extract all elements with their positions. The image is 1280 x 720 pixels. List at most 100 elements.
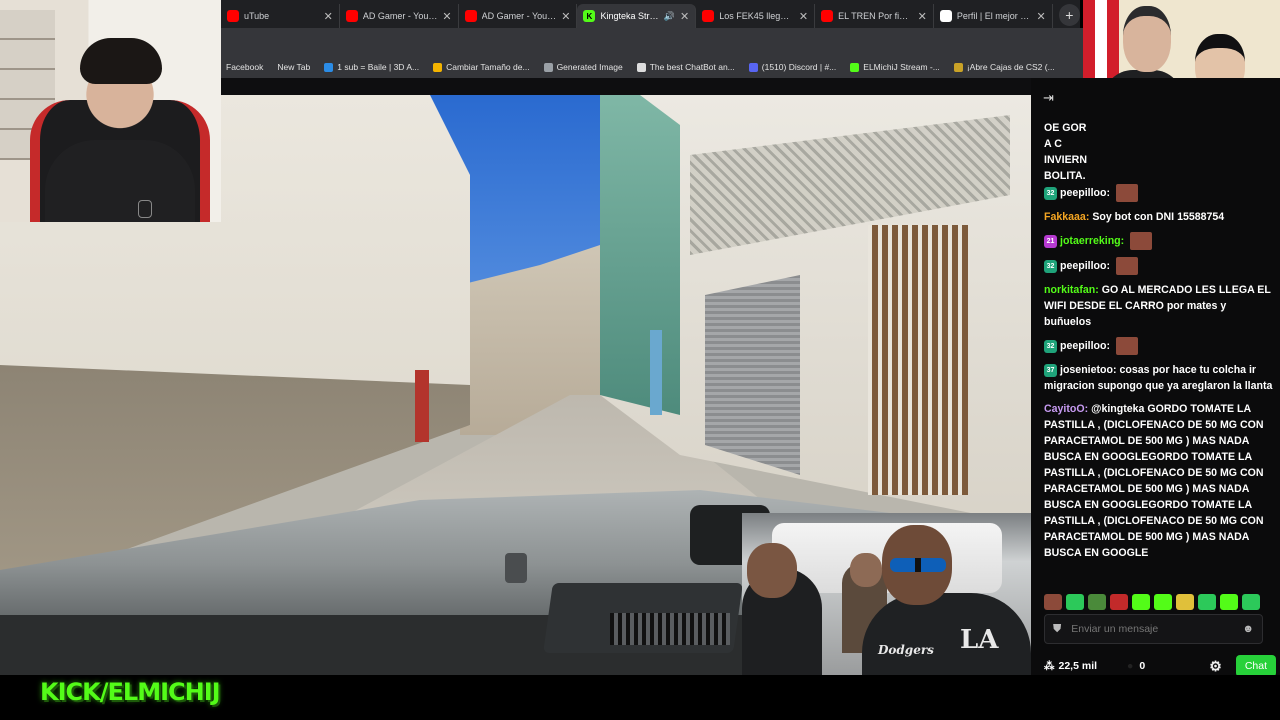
chat-username[interactable]: CayitoO:	[1044, 403, 1088, 415]
cap-logo: Dodgers	[878, 643, 934, 657]
bookmark-label: ELMichiJ Stream -...	[863, 62, 940, 72]
browser-tab[interactable]: EL TREN Por finlll Esc ✕	[815, 4, 934, 28]
bookmark-label: Facebook	[226, 62, 264, 72]
close-icon[interactable]: ✕	[561, 10, 570, 23]
close-icon[interactable]: ✕	[324, 10, 333, 23]
emote-icon[interactable]	[1110, 594, 1128, 610]
message-field[interactable]	[1071, 623, 1233, 635]
bookmark[interactable]: The best ChatBot an...	[636, 62, 735, 72]
browser-tab-active[interactable]: K Kingteka Stream 🔊 ✕	[577, 4, 697, 28]
chat-username[interactable]: josenietoo:	[1060, 364, 1117, 376]
subscriber-badge: 32	[1044, 259, 1057, 273]
emote-icon[interactable]	[1132, 594, 1150, 610]
gate	[868, 225, 968, 495]
send-chat-button[interactable]: Chat	[1235, 655, 1276, 677]
new-tab-button[interactable]: +	[1058, 4, 1081, 26]
subscriber-badge: 37	[1044, 363, 1057, 377]
chat-message: BOLITA.	[1044, 168, 1276, 184]
chat-panel: ⇥ OE GOR A C INVIERN BOLITA. 32 peepilloo: Fa…	[1031, 78, 1280, 680]
chat-username[interactable]: jotaerreking:	[1060, 235, 1124, 247]
emote-icon	[1130, 232, 1153, 250]
chat-message: A C	[1044, 136, 1276, 152]
chat-text: A C	[1044, 138, 1062, 150]
emote-icon[interactable]	[1044, 594, 1062, 610]
bookmarks-bar: Facebook New Tab 1 sub = Baile | 3D A...…	[221, 56, 1083, 78]
bookmark[interactable]: New Tab	[277, 62, 310, 72]
chat-text: Soy bot con DNI 15588754	[1092, 211, 1225, 223]
chat-username[interactable]: Fakkaaa:	[1044, 211, 1089, 223]
browser-tab[interactable]: Los FEK45 llegan a D ✕	[696, 4, 816, 28]
viewer-count-value: 22,5 mil	[1058, 660, 1098, 672]
air-vent	[610, 613, 730, 645]
street-sign	[650, 330, 662, 415]
bookmark[interactable]: Facebook	[226, 62, 263, 72]
browser-tab[interactable]: uTube ✕	[221, 4, 340, 28]
bookmark[interactable]: Cambiar Tamaño de...	[433, 62, 530, 72]
emote-icon[interactable]	[1176, 594, 1194, 610]
emote-icon[interactable]	[1242, 594, 1260, 610]
close-icon[interactable]: ✕	[799, 10, 808, 23]
bookmark[interactable]: ELMichiJ Stream -...	[850, 62, 940, 72]
streamer	[45, 140, 195, 222]
emote-icon[interactable]	[1198, 594, 1216, 610]
bookmark[interactable]: (1510) Discord | #...	[748, 62, 836, 72]
chat-message: 37 josenietoo: cosas por hace tu colcha i…	[1044, 362, 1276, 394]
phone-mount	[505, 553, 527, 583]
chat-message: norkitafan: GO AL MERCADO LES LLEGA EL W…	[1044, 282, 1276, 330]
collapse-chat-icon[interactable]: ⇥	[1043, 90, 1054, 106]
bookmark[interactable]: 1 sub = Baile | 3D A...	[324, 62, 419, 72]
browser-tab[interactable]: AD Gamer - YouTube ✕	[459, 4, 578, 28]
bookmark-label: Cambiar Tamaño de...	[446, 62, 530, 72]
bookmark[interactable]: Generated Image	[543, 62, 623, 72]
browser-tab[interactable]: Perfil | El mejor softw ✕	[934, 4, 1053, 28]
speaker-icon[interactable]: 🔊	[664, 11, 675, 22]
subscriber-badge: 21	[1044, 234, 1057, 248]
chat-text: BOLITA.	[1044, 170, 1086, 182]
bookmark-label: New Tab	[277, 62, 311, 72]
chat-message: 32 peepilloo:	[1044, 257, 1276, 275]
bookmark-icon	[953, 62, 963, 72]
points-value: 0	[1139, 660, 1146, 672]
tab-label: Kingteka Stream	[600, 11, 658, 21]
streamer-hair	[80, 38, 162, 84]
shield-icon[interactable]: ⛊	[1053, 623, 1061, 636]
chat-username[interactable]: peepilloo:	[1060, 340, 1110, 352]
browser-toolbar	[221, 28, 1083, 56]
chat-message: INVIERN	[1044, 152, 1276, 168]
bookmark-icon	[324, 62, 334, 72]
kick-handle-overlay: KICK/ELMICHIJ	[40, 678, 221, 706]
discord-icon	[748, 62, 758, 72]
youtube-icon	[702, 10, 715, 22]
emote-icon[interactable]	[1220, 594, 1238, 610]
bookmark[interactable]: ¡Abre Cajas de CS2 (...	[953, 62, 1055, 72]
close-icon[interactable]: ✕	[1036, 10, 1045, 23]
chat-header: ⇥	[1031, 78, 1280, 114]
bookmark-icon	[433, 62, 443, 72]
emote-icon	[1115, 337, 1138, 355]
emote-icon[interactable]	[1066, 594, 1084, 610]
chat-message: 32 peepilloo:	[1044, 337, 1276, 355]
chat-text: @kingteka GORDO TOMATE LA PASTILLA , (DI…	[1044, 403, 1264, 559]
chat-message-input[interactable]: ⛊ ☻	[1044, 614, 1263, 644]
tab-label: Los FEK45 llegan a D	[719, 11, 794, 21]
browser-tab[interactable]: AD Gamer - YouTube ✕	[340, 4, 459, 28]
youtube-icon	[345, 10, 358, 22]
chat-username[interactable]: norkitafan:	[1044, 284, 1099, 296]
bookmark-label: 1 sub = Baile | 3D A...	[337, 62, 420, 72]
emote-icon[interactable]	[1154, 594, 1172, 610]
close-icon[interactable]: ✕	[442, 10, 451, 23]
chat-username[interactable]: peepilloo:	[1060, 260, 1110, 272]
building	[600, 95, 680, 415]
emote-icon[interactable]	[1088, 594, 1106, 610]
tab-label: EL TREN Por finlll Esc	[838, 11, 913, 21]
close-icon[interactable]: ✕	[680, 10, 689, 23]
passenger-head	[747, 543, 797, 598]
gear-icon[interactable]: ⚙	[1209, 658, 1222, 675]
emoji-icon[interactable]: ☻	[1242, 623, 1254, 635]
site-icon	[939, 10, 952, 22]
tab-label: AD Gamer - YouTube	[362, 11, 438, 21]
tab-label: AD Gamer - YouTube	[481, 11, 557, 21]
close-icon[interactable]: ✕	[918, 10, 927, 23]
chat-message: 21 jotaerreking:	[1044, 232, 1276, 250]
chat-username[interactable]: peepilloo:	[1060, 187, 1110, 199]
